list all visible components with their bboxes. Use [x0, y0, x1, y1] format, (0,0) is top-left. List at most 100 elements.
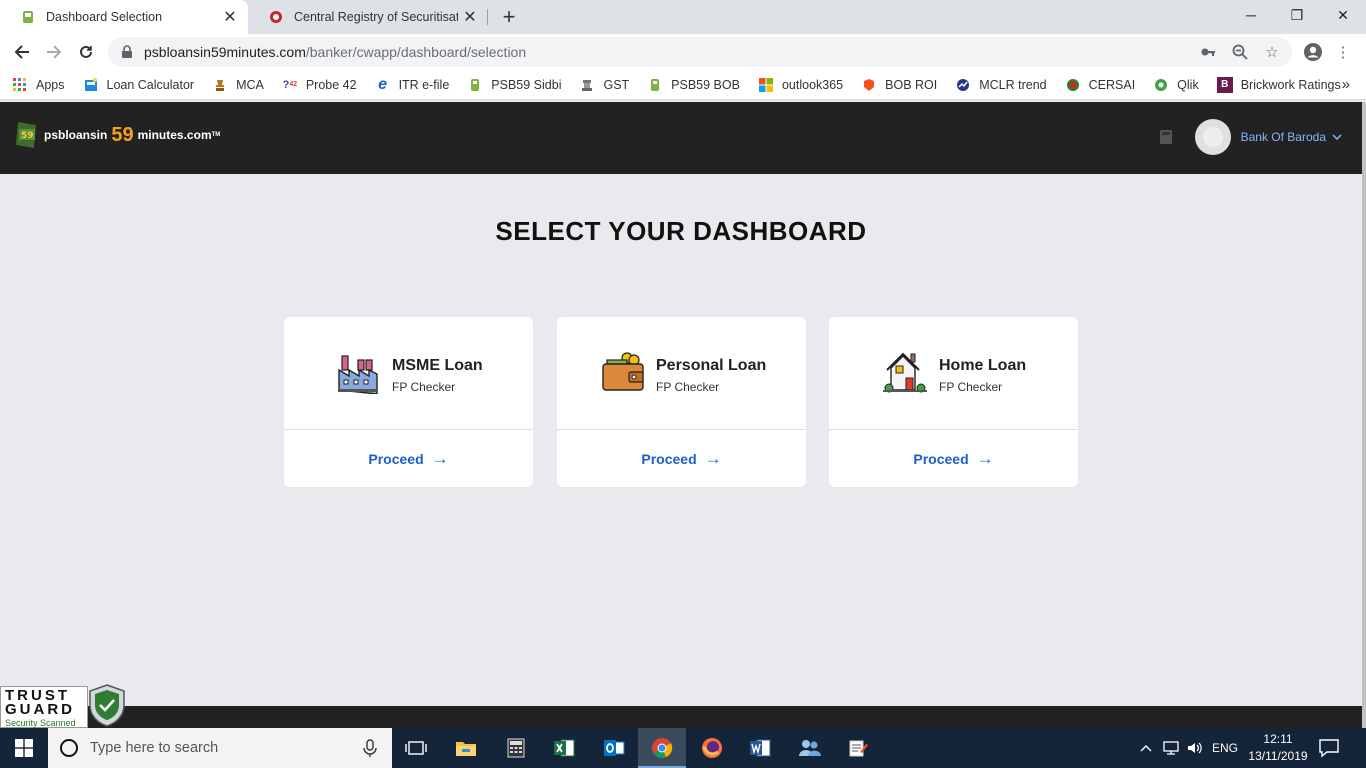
close-window-icon[interactable]: ✕	[1320, 0, 1366, 30]
calculator-app-icon[interactable]	[492, 728, 540, 768]
psb59-logo-icon: 59	[14, 120, 40, 150]
bookmark-outlook365[interactable]: outlook365	[758, 77, 843, 93]
bookmark-cersai[interactable]: CERSAI	[1065, 77, 1135, 93]
restore-icon[interactable]: ❐	[1274, 0, 1320, 30]
card-subtitle: FP Checker	[392, 380, 456, 394]
back-button[interactable]	[8, 38, 36, 66]
main-content: SELECT YOUR DASHBOARD MSME Loan FP Check…	[0, 174, 1362, 706]
microphone-icon[interactable]	[362, 738, 378, 758]
bookmark-star-icon[interactable]: ☆	[1262, 42, 1282, 62]
proceed-button-home[interactable]: Proceed →	[829, 430, 1078, 487]
profile-icon[interactable]	[1302, 41, 1324, 63]
bookmark-itr-efile[interactable]: e ITR e-file	[375, 75, 449, 93]
trust-guard-box: TRUST GUARD Security Scanned	[0, 686, 88, 728]
reload-button[interactable]	[72, 38, 100, 66]
tab-title: Dashboard Selection	[46, 10, 163, 24]
bookmark-probe42[interactable]: ? 42 Probe 42	[282, 77, 357, 93]
proceed-button-msme[interactable]: Proceed →	[284, 430, 533, 487]
show-hidden-icons[interactable]	[1140, 728, 1152, 768]
card-msme-loan: MSME Loan FP Checker Proceed →	[284, 317, 533, 487]
bookmark-apps[interactable]: Apps	[12, 77, 65, 93]
browser-tab-strip: Dashboard Selection ✕ Central Registry o…	[0, 0, 1366, 34]
factory-icon	[338, 355, 378, 394]
calculator-icon[interactable]	[1159, 129, 1173, 145]
bookmark-brickwork-ratings[interactable]: B Brickwork Ratings	[1216, 76, 1341, 93]
microsoft-icon	[758, 77, 774, 93]
clock-date: 13/11/2019	[1248, 749, 1308, 763]
card-title: Home Loan	[939, 357, 1027, 374]
bookmark-mca[interactable]: MCA	[212, 77, 264, 93]
user-menu: Bank Of Baroda	[1159, 119, 1342, 155]
vertical-scrollbar[interactable]	[1362, 102, 1366, 728]
avatar[interactable]	[1194, 119, 1231, 155]
bookmark-qlik[interactable]: Qlik	[1153, 77, 1199, 93]
apps-grid-icon	[12, 77, 28, 93]
card-title: Personal Loan	[656, 357, 767, 374]
windows-logo-icon	[15, 739, 33, 757]
emblem-icon	[212, 77, 228, 93]
bookmark-psb59-sidbi[interactable]: PSB59 Sidbi	[467, 77, 561, 93]
forward-arrow-icon	[47, 45, 62, 59]
site-logo[interactable]: 59 psbloansin 59 minutes.com TM	[14, 120, 220, 150]
outlook-icon[interactable]	[590, 728, 638, 768]
zoom-icon[interactable]	[1230, 42, 1250, 62]
bookmark-bob-roi[interactable]: BOB ROI	[861, 77, 937, 93]
people-icon[interactable]	[786, 728, 834, 768]
arrow-right-icon: →	[976, 448, 994, 468]
address-bar[interactable]: psbloansin59minutes.com/banker/cwapp/das…	[108, 37, 1292, 67]
notification-icon[interactable]	[1318, 738, 1340, 758]
trust-guard-badge[interactable]: TRUST GUARD Security Scanned	[0, 683, 130, 728]
ie-icon: e	[378, 75, 388, 93]
arrow-right-icon: →	[431, 448, 449, 468]
emblem-icon	[579, 77, 595, 93]
svg-text:59: 59	[21, 131, 34, 141]
new-tab-button[interactable]: +	[496, 4, 522, 29]
tab-divider	[487, 9, 488, 25]
language-indicator[interactable]: ENG	[1212, 728, 1238, 768]
chevron-down-icon[interactable]	[1332, 132, 1342, 142]
excel-icon[interactable]	[540, 728, 588, 768]
clock[interactable]: 12:11 13/11/2019	[1248, 731, 1308, 765]
shield-icon	[89, 684, 125, 727]
firefox-icon[interactable]	[688, 728, 736, 768]
key-icon[interactable]	[1198, 42, 1218, 62]
card-subtitle: FP Checker	[656, 380, 720, 394]
notepad-app-icon[interactable]	[834, 728, 882, 768]
minimize-icon[interactable]: ─	[1228, 0, 1274, 30]
footer-strip	[0, 706, 1362, 728]
more-bookmarks-icon[interactable]: »	[1342, 76, 1350, 93]
bob-icon	[861, 77, 877, 93]
tab-dashboard-selection[interactable]: Dashboard Selection ✕	[0, 0, 248, 34]
volume-icon[interactable]	[1186, 728, 1204, 768]
bookmark-mclr-trend[interactable]: MCLR trend	[955, 77, 1047, 93]
taskbar-search[interactable]: Type here to search	[48, 728, 392, 768]
proceed-button-personal[interactable]: Proceed →	[557, 430, 806, 487]
reload-icon	[80, 45, 92, 58]
tab-central-registry[interactable]: Central Registry of Securitisation ✕	[248, 0, 488, 34]
url-text: psbloansin59minutes.com/banker/cwapp/das…	[144, 44, 527, 60]
bookmark-psb59-bob[interactable]: PSB59 BOB	[647, 77, 740, 93]
bookmark-loan-calculator[interactable]: Loan Calculator	[83, 77, 194, 93]
close-tab-icon[interactable]: ✕	[218, 5, 242, 29]
word-icon[interactable]	[736, 728, 784, 768]
windows-start-button[interactable]	[0, 728, 48, 768]
chrome-icon[interactable]	[638, 728, 686, 768]
forward-button[interactable]	[40, 38, 68, 66]
close-tab-icon[interactable]: ✕	[458, 5, 482, 29]
file-explorer-icon[interactable]	[442, 728, 490, 768]
network-icon[interactable]	[1162, 728, 1180, 768]
menu-dots-icon[interactable]: ⋮	[1332, 41, 1354, 63]
task-view-icon[interactable]	[392, 728, 440, 768]
logo-text: psbloansin 59 minutes.com TM	[44, 123, 221, 146]
lock-icon	[122, 45, 132, 58]
card-title: MSME Loan	[392, 357, 483, 374]
calculator-icon	[83, 77, 99, 93]
psb59-icon	[467, 77, 483, 93]
tab-title: Central Registry of Securitisation	[294, 10, 458, 24]
page-title: SELECT YOUR DASHBOARD	[495, 216, 867, 246]
bookmark-gst[interactable]: GST	[579, 77, 629, 93]
brickwork-icon: B	[1216, 76, 1233, 93]
user-name[interactable]: Bank Of Baroda	[1241, 130, 1326, 144]
bookmarks-bar: Apps Loan Calculator MCA ? 42 Probe 42 e …	[0, 70, 1366, 100]
windows-taskbar: Type here to search ENG 12:11 13/11/2019	[0, 728, 1366, 768]
